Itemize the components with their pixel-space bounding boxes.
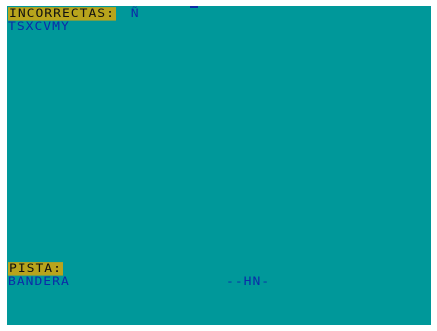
top-edge-glyph-fragment xyxy=(190,6,198,8)
word-pattern: --HN- xyxy=(226,275,271,289)
wrong-guesses-row: INCORRECTAS: Ñ xyxy=(8,7,140,21)
hint-label: PISTA: xyxy=(8,262,63,276)
hint-label-row: PISTA: xyxy=(8,262,63,276)
game-screen: INCORRECTAS: Ñ TSXCVMY PISTA: BANDERA --… xyxy=(7,6,431,325)
wrong-guesses-marker: Ñ xyxy=(130,7,140,21)
wrong-guesses-label: INCORRECTAS: xyxy=(8,7,116,21)
hint-value: BANDERA xyxy=(8,275,70,289)
wrong-guesses-letters: TSXCVMY xyxy=(8,20,70,34)
